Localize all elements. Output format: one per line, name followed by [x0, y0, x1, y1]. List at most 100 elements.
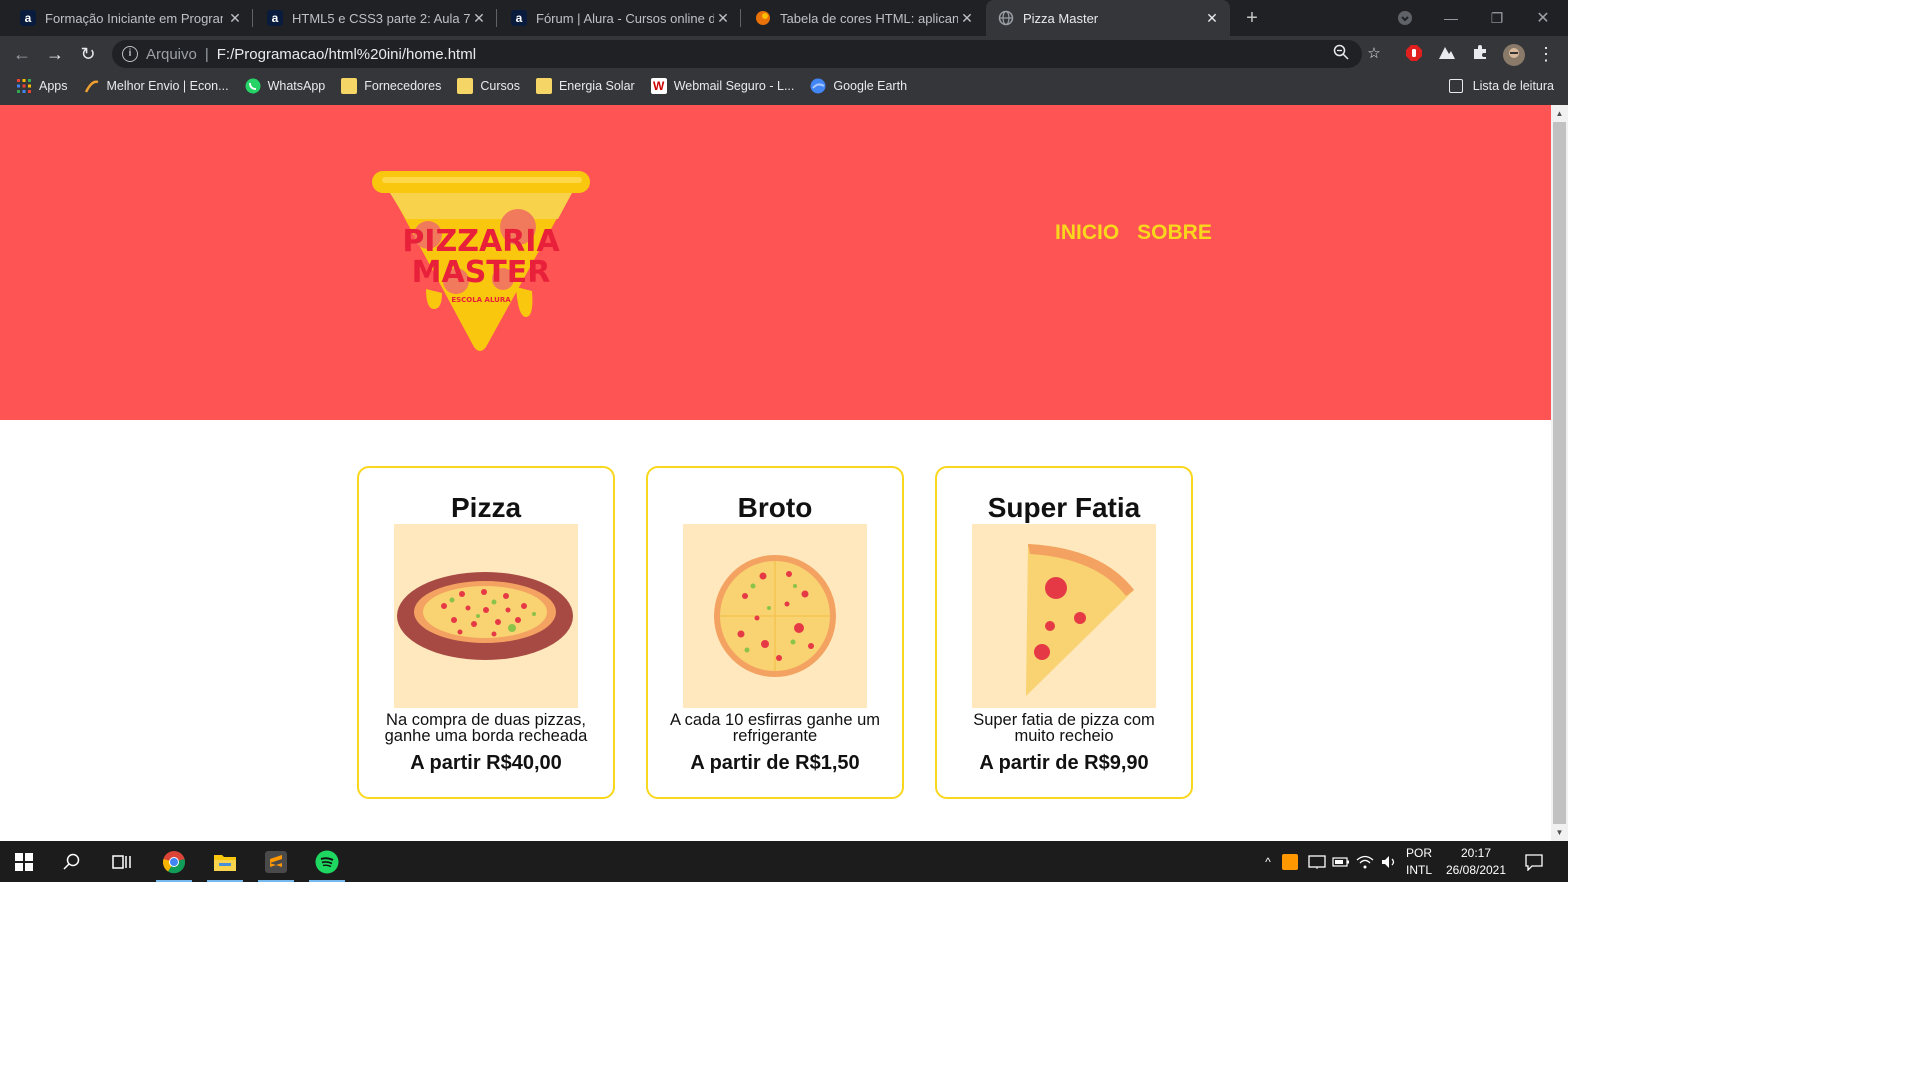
tab-title: Tabela de cores HTML: aplicando [780, 10, 958, 26]
volume-icon[interactable] [1380, 841, 1398, 882]
bookmark-google-earth[interactable]: Google Earth [810, 78, 907, 94]
reading-list-button[interactable]: Lista de leitura [1448, 72, 1554, 100]
close-icon[interactable]: ✕ [471, 10, 487, 26]
scroll-down-icon[interactable]: ▼ [1551, 824, 1568, 841]
restore-icon[interactable]: ❐ [1474, 0, 1520, 36]
tab-forum-alura[interactable]: a Fórum | Alura - Cursos online de ✕ [497, 0, 741, 36]
product-description: Na compra de duas pizzas, ganhe uma bord… [384, 711, 588, 745]
sublime-text-icon[interactable] [252, 841, 300, 882]
info-icon[interactable]: i [122, 46, 138, 62]
tab-pizza-master[interactable]: Pizza Master ✕ [986, 0, 1230, 36]
bookmark-cursos[interactable]: Cursos [457, 78, 520, 94]
close-icon[interactable]: ✕ [227, 10, 243, 26]
product-title: Broto [737, 492, 813, 523]
language-line1: POR [1406, 845, 1433, 860]
tab-html5-css3[interactable]: a HTML5 e CSS3 parte 2: Aula 7 - A ✕ [253, 0, 497, 36]
product-price: A partir R$40,00 [410, 752, 562, 774]
extensions-puzzle-icon[interactable] [1470, 44, 1490, 64]
alura-favicon-icon: a [511, 10, 527, 26]
reading-list-icon [1448, 79, 1463, 93]
product-price: A partir de R$9,90 [979, 752, 1149, 774]
bookmark-energia-solar[interactable]: Energia Solar [535, 78, 635, 94]
reload-icon[interactable]: ↻ [76, 42, 100, 66]
logo-subtitle: ESCOLA ALURA [451, 296, 511, 304]
profile-avatar[interactable] [1503, 44, 1525, 66]
windows-taskbar: ^ POR INTL 20:17 26/08/2021 [0, 841, 1568, 882]
site-header: PIZZARIA MASTER ESCOLA ALURA INICIO SOBR… [0, 105, 1551, 420]
nav-link-sobre[interactable]: SOBRE [1137, 221, 1212, 245]
close-icon[interactable]: ✕ [715, 10, 731, 26]
window-close-icon[interactable]: ✕ [1520, 0, 1566, 36]
bookmark-apps[interactable]: Apps [16, 78, 68, 94]
apps-grid-icon [16, 78, 32, 94]
clock[interactable]: 20:17 26/08/2021 [1444, 841, 1508, 882]
bookmark-fornecedores[interactable]: Fornecedores [341, 78, 441, 94]
address-url[interactable]: F:/Programacao/html%20ini/home.html [217, 46, 476, 63]
browser-chrome: a Formação Iniciante em Programa ✕ a HTM… [0, 0, 1568, 105]
tab-search-icon[interactable] [1382, 0, 1428, 36]
battery-icon[interactable] [1332, 841, 1350, 882]
forward-icon[interactable]: → [43, 42, 67, 66]
search-icon[interactable] [48, 841, 96, 882]
display-tray-icon[interactable] [1308, 841, 1326, 882]
close-icon[interactable]: ✕ [959, 10, 975, 26]
bookmark-star-icon[interactable]: ☆ [1364, 44, 1384, 64]
bookmark-label: Melhor Envio | Econ... [106, 79, 229, 93]
pizza-slice-image [972, 524, 1156, 708]
logo-line2: MASTER [412, 255, 551, 290]
reading-list-label: Lista de leitura [1472, 79, 1554, 93]
wifi-icon[interactable] [1356, 841, 1374, 882]
bookmark-label: Apps [39, 79, 68, 93]
bookmark-webmail[interactable]: W Webmail Seguro - L... [650, 78, 795, 94]
sublime-tray-icon[interactable] [1282, 841, 1298, 882]
bookmark-label: Webmail Seguro - L... [673, 79, 795, 93]
tab-tabela-cores[interactable]: Tabela de cores HTML: aplicando ✕ [741, 0, 985, 36]
bookmark-label: Energia Solar [558, 79, 635, 93]
bookmarks-bar: Apps Melhor Envio | Econ... WhatsApp For… [0, 72, 1568, 100]
zoom-icon[interactable] [1331, 44, 1351, 64]
notifications-icon[interactable] [1524, 841, 1544, 882]
spotify-icon[interactable] [303, 841, 351, 882]
bookmark-whatsapp[interactable]: WhatsApp [245, 78, 325, 94]
product-card-broto: Broto A cada 10 esfirras ganhe um refrig… [646, 466, 904, 799]
mountain-extension-icon[interactable] [1437, 44, 1457, 64]
product-card-pizza: Pizza Na compra de duas pizzas, ganhe um… [357, 466, 615, 799]
tab-formacao[interactable]: a Formação Iniciante em Programa ✕ [0, 0, 253, 36]
page-scrollbar[interactable]: ▲ ▼ [1551, 105, 1568, 841]
pizzaria-master-logo[interactable]: PIZZARIA MASTER ESCOLA ALURA [368, 169, 594, 359]
language-indicator[interactable]: POR INTL [1406, 841, 1432, 882]
small-pizza-image [683, 524, 867, 708]
new-tab-button[interactable]: + [1240, 6, 1264, 30]
windows-start-icon[interactable] [0, 841, 48, 882]
clock-time: 20:17 [1460, 845, 1492, 860]
scrollbar-thumb[interactable] [1553, 122, 1566, 824]
bookmark-melhor-envio[interactable]: Melhor Envio | Econ... [84, 78, 229, 94]
products-section: Pizza Na compra de duas pizzas, ganhe um… [357, 466, 1193, 799]
menu-kebab-icon[interactable]: ⋮ [1536, 44, 1556, 64]
tray-overflow-chevron-icon[interactable]: ^ [1258, 841, 1278, 882]
nav-link-inicio[interactable]: INICIO [1055, 221, 1119, 245]
google-earth-icon [810, 78, 826, 94]
address-bar[interactable]: i Arquivo | F:/Programacao/html%20ini/ho… [112, 40, 1362, 68]
adblock-extension-icon[interactable] [1404, 44, 1424, 64]
product-title: Super Fatia [987, 492, 1141, 523]
melhor-envio-icon [84, 78, 100, 94]
whatsapp-icon [245, 78, 261, 94]
product-price: A partir de R$1,50 [690, 752, 860, 774]
close-icon[interactable]: ✕ [1204, 10, 1220, 26]
product-card-super-fatia: Super Fatia Super fatia de pizza com mui… [935, 466, 1193, 799]
tab-title: HTML5 e CSS3 parte 2: Aula 7 - A [292, 10, 470, 26]
address-separator: | [204, 45, 209, 63]
alura-favicon-icon: a [20, 10, 36, 26]
task-view-icon[interactable] [98, 841, 146, 882]
alura-favicon-icon: a [267, 10, 283, 26]
chrome-taskbar-icon[interactable] [150, 841, 198, 882]
file-explorer-icon[interactable] [201, 841, 249, 882]
back-icon[interactable]: ← [10, 42, 34, 66]
bookmark-label: Google Earth [833, 79, 908, 93]
scroll-up-icon[interactable]: ▲ [1551, 105, 1568, 122]
folder-icon [457, 78, 474, 94]
product-description: A cada 10 esfirras ganhe um refrigerante [669, 711, 881, 745]
folder-icon [341, 78, 358, 94]
minimize-icon[interactable]: — [1428, 0, 1474, 36]
